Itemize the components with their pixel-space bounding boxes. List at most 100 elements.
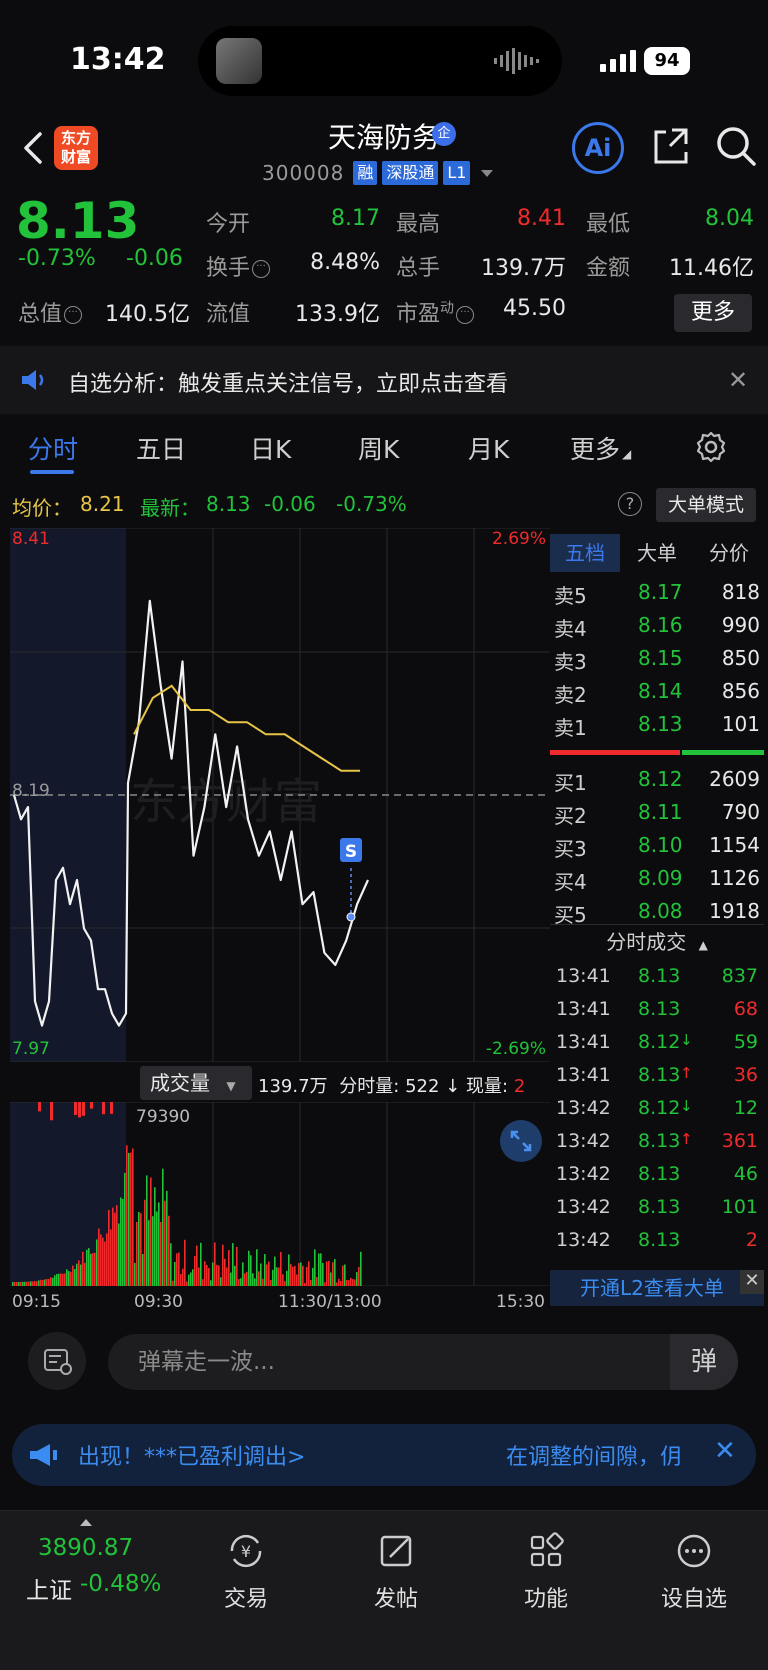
search-icon[interactable] — [714, 124, 758, 168]
ask-row-2: 卖2 8.14 856 — [550, 675, 764, 708]
volume-bar — [268, 1261, 270, 1286]
trade-direction-icon: ↓ — [680, 1097, 693, 1115]
trade-volume: 361 — [721, 1130, 758, 1152]
volume-bar — [42, 1279, 44, 1286]
tab-five-day[interactable]: 五日 — [136, 430, 186, 466]
volume-bar — [118, 1223, 120, 1286]
nav-watchlist[interactable]: 设自选 — [644, 1529, 744, 1613]
level2-upgrade-banner[interactable]: 开通L2查看大单 ✕ — [550, 1270, 764, 1306]
index-name[interactable]: 上证 — [26, 1571, 72, 1605]
volume-bar — [308, 1261, 310, 1286]
dynamic-island[interactable] — [198, 26, 562, 96]
trade-row: 13:41 8.13 837 — [550, 960, 764, 994]
volume-bar — [294, 1266, 296, 1286]
tab-monthly-k[interactable]: 月K — [468, 430, 509, 466]
turnover-label[interactable]: 换手 ··· — [206, 250, 271, 282]
close-icon[interactable]: ✕ — [728, 366, 748, 394]
indicator-select[interactable]: 成交量 ▼ — [140, 1066, 252, 1100]
trade-price: 8.13 — [638, 965, 681, 987]
volume-bar — [222, 1244, 224, 1286]
volume-chart[interactable]: 79390 — [10, 1102, 550, 1286]
volume-bar — [108, 1210, 110, 1286]
volume-bar — [94, 1252, 96, 1286]
volume-bar — [14, 1282, 16, 1286]
volume-bar — [150, 1177, 152, 1286]
trade-volume: 59 — [733, 1031, 758, 1053]
volume-bar — [12, 1282, 14, 1286]
trade-time: 13:41 — [556, 1064, 611, 1086]
tag-level1: L1 — [443, 161, 471, 185]
volume-bar — [290, 1264, 292, 1286]
volume-bar — [26, 1281, 28, 1286]
share-icon[interactable] — [650, 124, 694, 168]
caret-up-icon[interactable] — [80, 1519, 92, 1526]
low-label: 最低 — [586, 212, 631, 237]
more-dots-icon — [677, 1534, 711, 1568]
pe-superscript: 动 — [440, 300, 455, 317]
danmu-toggle-button[interactable]: 弹 — [670, 1334, 738, 1390]
volume-bar — [88, 1248, 90, 1286]
ask-label: 卖4 — [554, 617, 587, 641]
tab-five-levels[interactable]: 五档 — [550, 534, 620, 572]
volume-bar — [360, 1251, 362, 1286]
more-button[interactable]: 更多 — [674, 294, 752, 332]
island-thumbnail — [216, 38, 262, 84]
volume-bar — [206, 1264, 208, 1286]
volume-bar — [84, 1262, 86, 1286]
grid-apps-icon — [530, 1532, 564, 1567]
nav-post-label: 发帖 — [373, 1587, 418, 1612]
volume-bar — [110, 1102, 113, 1114]
volume-bar — [122, 1199, 124, 1286]
volume-bar — [132, 1148, 134, 1286]
index-value[interactable]: 3890.87 — [38, 1535, 133, 1561]
comment-list-icon[interactable] — [28, 1332, 86, 1390]
volume-bar — [202, 1279, 204, 1286]
volume-bar — [156, 1211, 158, 1286]
pe-label[interactable]: 市盈动 ··· — [396, 296, 475, 328]
close-icon[interactable]: ✕ — [714, 1436, 736, 1466]
tab-daily-k[interactable]: 日K — [250, 430, 291, 466]
stock-header: 东方 财富 天海防务 企 300008 融 深股通 L1 Ai — [0, 110, 768, 192]
help-icon[interactable]: ? — [618, 492, 642, 516]
intraday-chart[interactable]: 东方财富 S 8.41 8.19 7.97 2.69% -2.69% — [10, 528, 550, 1062]
index-change[interactable]: -0.48% — [80, 1571, 161, 1597]
trade-time: 13:41 — [556, 1031, 611, 1053]
bid-volume: 2609 — [709, 767, 760, 791]
analysis-notice[interactable]: 自选分析：触发重点关注信号，立即点击查看 ✕ — [0, 346, 768, 414]
big-order-mode-button[interactable]: 大单模式 — [656, 488, 756, 522]
active-tab-indicator — [30, 470, 74, 474]
ai-assistant-button[interactable]: Ai — [572, 122, 624, 174]
expand-icon[interactable] — [500, 1120, 542, 1162]
gear-icon[interactable] — [694, 430, 728, 464]
tab-more[interactable]: 更多 ◢ — [570, 430, 631, 466]
volume-bar — [106, 1233, 108, 1286]
volume-bar — [334, 1259, 336, 1286]
market-cap-label[interactable]: 总值 ··· — [18, 296, 83, 328]
tab-price-distribution[interactable]: 分价 — [694, 534, 764, 572]
volume-bar — [50, 1102, 53, 1121]
close-icon[interactable]: ✕ — [740, 1270, 764, 1294]
scrolling-ticker[interactable]: 出现！***已盈利调出> 在调整的间隙，仴 ✕ — [12, 1424, 756, 1486]
volume-bar — [220, 1277, 222, 1286]
volume-header: 成交量 ▼ 139.7万 分时量: 522 ↓ 现量: 2 — [0, 1066, 550, 1102]
nav-functions[interactable]: 功能 — [496, 1529, 596, 1613]
tab-weekly-k[interactable]: 周K — [358, 430, 399, 466]
volume-bar — [272, 1269, 274, 1286]
volume-bar — [182, 1268, 184, 1286]
bid-row-4: 买4 8.09 1126 — [550, 862, 764, 895]
trades-header[interactable]: 分时成交 ▲ — [550, 924, 764, 958]
volume-bar — [112, 1207, 114, 1286]
comment-input[interactable]: 弹幕走一波... — [108, 1334, 738, 1390]
volume-bar — [284, 1281, 286, 1286]
stock-code-row[interactable]: 300008 融 深股通 L1 — [262, 160, 494, 186]
volume-bar — [144, 1199, 146, 1286]
tab-big-orders[interactable]: 大单 — [622, 534, 692, 572]
nav-post[interactable]: 发帖 — [346, 1529, 446, 1613]
volume-bar — [140, 1213, 142, 1286]
nav-trade[interactable]: ¥ 交易 — [196, 1529, 296, 1613]
trade-row: 13:42 8.13 ↑ 361 — [550, 1125, 764, 1159]
tab-intraday[interactable]: 分时 — [28, 430, 78, 466]
high-label: 最高 — [396, 212, 441, 237]
trade-row: 13:41 8.13 68 — [550, 993, 764, 1027]
volume-bar — [114, 1212, 116, 1286]
